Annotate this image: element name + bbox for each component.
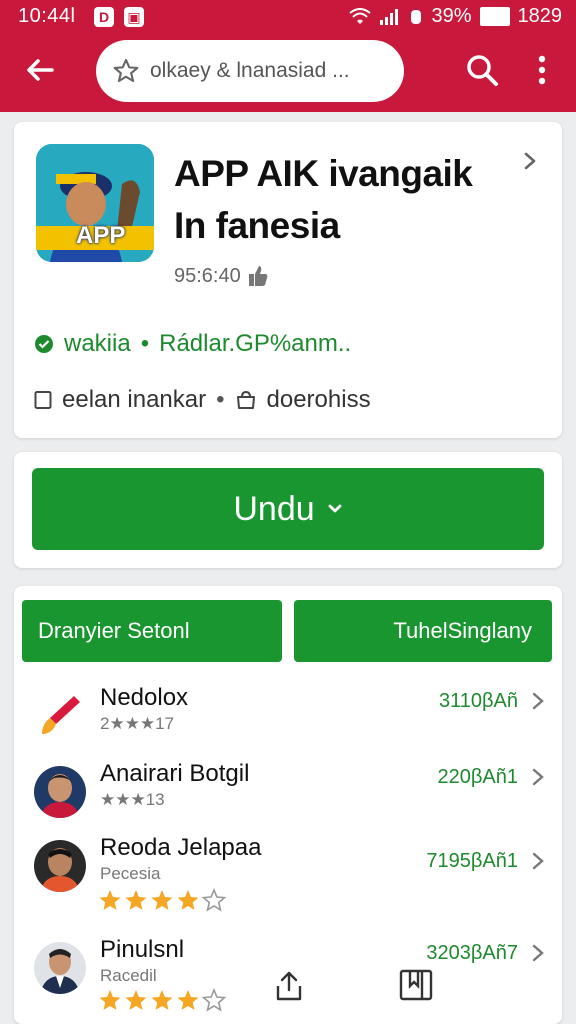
app-bar: 10:44l D ▣ 39% 1829 olkaey & lnanasiad .… — [0, 0, 576, 112]
list-item[interactable]: Reoda Jelapaa Pecesia 7195βAñ1 — [14, 832, 562, 916]
list-item-title: Reoda Jelapaa — [100, 834, 262, 861]
app-developer[interactable]: wakiia — [64, 330, 131, 358]
star-filled-icon — [125, 990, 147, 1010]
signal-icon — [380, 8, 399, 25]
alarm-icon — [411, 9, 422, 24]
square-icon — [34, 391, 52, 409]
status-icons: 39% 1829 — [349, 5, 562, 28]
app-details-button[interactable] — [520, 150, 540, 177]
search-button[interactable] — [462, 50, 502, 90]
star-filled-icon — [177, 990, 199, 1010]
app-icon-label: APP — [76, 222, 126, 249]
app-icon[interactable]: APP — [36, 144, 154, 262]
download-card: Undu — [14, 452, 562, 568]
app-meta: 95:6:40 — [174, 264, 269, 288]
list-item-price: 7195βAñ1 — [426, 850, 518, 872]
battery-percent: 39% — [431, 5, 472, 27]
search-query: olkaey & lnanasiad ... — [150, 59, 350, 82]
star-rating — [98, 887, 238, 919]
status-bar: 10:44l D ▣ 39% 1829 — [0, 0, 576, 34]
list-item-rating-text: ★★★13 — [100, 790, 165, 809]
more-options-button[interactable] — [526, 50, 558, 90]
star-rating-graphic — [99, 987, 227, 1012]
star-filled-icon — [125, 890, 147, 910]
chevron-right-icon — [524, 152, 536, 170]
list-item[interactable]: Nedolox 2★★★17 3110βAñ — [14, 682, 562, 766]
download-button[interactable]: Undu — [32, 468, 544, 550]
list-item-price: 3110βAñ — [439, 690, 518, 712]
star-filled-icon — [177, 890, 199, 910]
wifi-icon — [349, 7, 372, 24]
app-link[interactable]: Rádlar.GP%anm.. — [159, 330, 351, 358]
list-item-subtitle: Pecesia — [100, 864, 161, 883]
bookmark-icon — [399, 969, 433, 1001]
bookmark-button[interactable] — [398, 968, 434, 1007]
star-filled-icon — [99, 890, 121, 910]
battery-icon — [479, 7, 510, 26]
avatar — [34, 942, 86, 994]
back-arrow-icon — [27, 59, 54, 81]
back-button[interactable] — [20, 50, 60, 90]
list-item-title: Pinulsnl — [100, 936, 185, 963]
list-item-title: Anairari Botgil — [100, 760, 250, 787]
search-bar[interactable]: olkaey & lnanasiad ... — [96, 40, 404, 102]
star-outline-icon[interactable] — [112, 57, 140, 85]
list-item-rating-text: 2★★★17 — [100, 714, 175, 733]
avatar — [34, 766, 86, 818]
app-title: APP AIK ivangaik In fanesia — [174, 148, 504, 252]
separator-dot: • — [140, 330, 150, 357]
notification-icon: ▣ — [124, 7, 144, 27]
app-purchase-label: doerohiss — [266, 386, 371, 413]
check-circle-icon — [35, 335, 53, 353]
star-filled-icon — [99, 990, 121, 1010]
star-filled-icon — [151, 890, 173, 910]
brush-icon — [42, 696, 80, 734]
list-item-price: 220βAñ1 — [437, 766, 518, 788]
separator-dot: • — [216, 386, 225, 413]
app-info-primary: wakiia • Rádlar.GP%anm.. — [34, 330, 351, 358]
tab-right[interactable]: TuhelSinglany — [294, 600, 552, 662]
status-clock: 1829 — [517, 5, 563, 27]
download-label: Undu — [233, 489, 315, 528]
app-title-line2: In fanesia — [174, 205, 340, 246]
chevron-right-icon — [532, 768, 544, 786]
app-rating-label: eelan inankar — [62, 386, 207, 413]
star-filled-icon — [151, 990, 173, 1010]
chevron-right-icon — [532, 944, 544, 962]
status-time: 10:44l — [18, 5, 76, 27]
app-title-line1: APP AIK ivangaik — [174, 153, 473, 194]
bag-icon — [236, 390, 255, 409]
list-item-subtitle: Racedil — [100, 966, 157, 985]
notification-icon: D — [94, 7, 114, 27]
star-empty-icon — [201, 887, 227, 912]
search-icon — [467, 55, 498, 86]
share-button[interactable] — [274, 970, 304, 1007]
thumbs-up-icon — [248, 266, 268, 286]
chevron-right-icon — [532, 852, 544, 870]
app-info-secondary: eelan inankar • doerohiss — [34, 386, 371, 414]
star-empty-icon — [201, 987, 227, 1012]
avatar — [34, 840, 86, 892]
star-rating-graphic — [99, 887, 227, 912]
app-meta-value: 95:6:40 — [174, 264, 241, 287]
share-icon — [276, 971, 302, 1001]
list-item[interactable]: Anairari Botgil ★★★13 220βAñ1 — [14, 758, 562, 842]
star-rating — [98, 987, 238, 1019]
chevron-down-icon — [328, 504, 342, 513]
list-item-price: 3203βAñ7 — [426, 942, 518, 964]
list-card: Dranyier Setonl TuhelSinglany Nedolox 2★… — [14, 586, 562, 1024]
list-item-title: Nedolox — [100, 684, 189, 711]
chevron-right-icon — [532, 692, 544, 710]
more-vert-icon — [538, 55, 546, 85]
app-header-card: APP APP AIK ivangaik In fanesia 95:6:40 … — [14, 122, 562, 438]
tab-left[interactable]: Dranyier Setonl — [22, 600, 282, 662]
